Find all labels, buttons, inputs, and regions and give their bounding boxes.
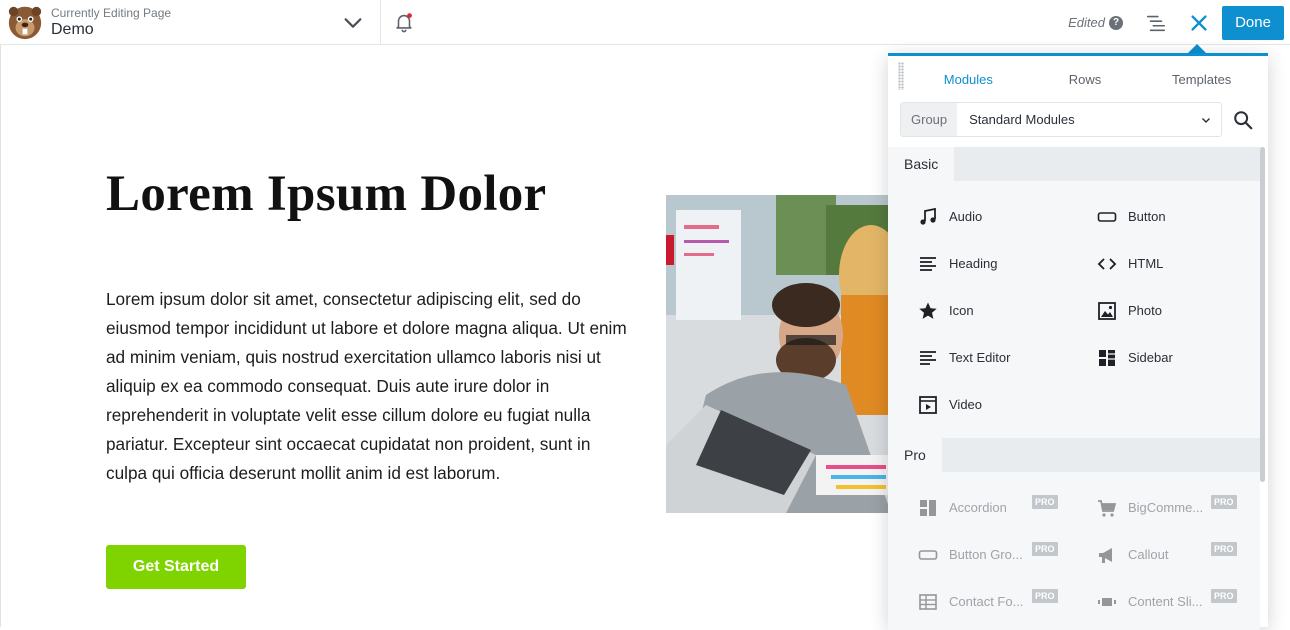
panel-tabs: Modules Rows Templates	[910, 72, 1260, 87]
module-contact-form[interactable]: Contact Fo... PRO	[918, 578, 1097, 625]
help-icon[interactable]: ?	[1109, 15, 1123, 30]
module-label: Audio	[949, 209, 983, 224]
pro-badge: PRO	[1211, 542, 1237, 556]
module-list: Basic Audio Button Heading HTML Icon Pho…	[888, 147, 1260, 630]
page-switcher[interactable]: Currently Editing Page Demo	[0, 0, 381, 45]
table-icon	[919, 593, 937, 610]
module-label: Video	[949, 397, 983, 412]
top-bar: Currently Editing Page Demo Edited ? Don…	[0, 0, 1290, 45]
section-header-basic: Basic	[888, 147, 1260, 181]
search-icon[interactable]	[1232, 109, 1254, 131]
module-label: Text Editor	[949, 350, 1011, 365]
module-photo[interactable]: Photo	[1097, 287, 1260, 334]
outline-panel-icon[interactable]	[1145, 12, 1167, 34]
section-title: Pro	[888, 438, 942, 472]
module-text-editor[interactable]: Text Editor	[918, 334, 1097, 381]
star-icon	[919, 302, 937, 319]
pro-badge: PRO	[1211, 589, 1237, 603]
code-icon	[1097, 257, 1117, 270]
module-callout[interactable]: Callout PRO	[1097, 531, 1260, 578]
basic-modules: Audio Button Heading HTML Icon Photo Tex…	[888, 181, 1260, 438]
module-content-slider[interactable]: Content Sli... PRO	[1097, 578, 1260, 625]
content-panel: Modules Rows Templates Group Standard Mo…	[888, 53, 1268, 630]
module-label: BigComme...	[1128, 500, 1204, 515]
pro-badge: PRO	[1211, 495, 1237, 509]
get-started-button[interactable]: Get Started	[106, 545, 246, 589]
module-sidebar[interactable]: Sidebar	[1097, 334, 1260, 381]
module-html[interactable]: HTML	[1097, 240, 1260, 287]
done-button[interactable]: Done	[1222, 5, 1284, 40]
chevron-down-icon	[1202, 117, 1210, 123]
photo-icon	[1098, 301, 1116, 320]
module-icon[interactable]: Icon	[918, 287, 1097, 334]
panel-pointer	[1188, 44, 1206, 53]
module-label: Accordion	[949, 500, 1007, 515]
module-heading[interactable]: Heading	[918, 240, 1097, 287]
close-icon[interactable]	[1188, 12, 1210, 34]
office-photo	[666, 195, 891, 513]
module-video[interactable]: Video	[918, 381, 1097, 428]
module-label: Button	[1128, 209, 1166, 224]
hero-paragraph: Lorem ipsum dolor sit amet, consectetur …	[106, 289, 627, 483]
chevron-down-icon[interactable]	[342, 12, 364, 34]
section-header-pro: Pro	[888, 438, 1260, 472]
group-dropdown[interactable]: Standard Modules	[957, 103, 1221, 136]
module-button[interactable]: Button	[1097, 193, 1260, 240]
edited-status: Edited	[1068, 15, 1105, 30]
group-dropdown-value: Standard Modules	[969, 112, 1075, 127]
module-label: Callout	[1128, 547, 1169, 562]
beaver-logo-icon	[8, 6, 42, 40]
module-button-group[interactable]: Button Gro... PRO	[918, 531, 1097, 578]
slider-icon	[1098, 597, 1116, 606]
pro-badge: PRO	[1032, 542, 1058, 556]
button-icon	[1097, 211, 1117, 222]
tab-rows[interactable]: Rows	[1027, 72, 1144, 87]
cart-icon	[1098, 499, 1117, 517]
editing-subtitle: Currently Editing Page	[51, 5, 172, 20]
heading-icon	[920, 256, 936, 271]
pro-badge: PRO	[1032, 495, 1058, 509]
module-label: Button Gro...	[949, 547, 1023, 562]
module-accordion[interactable]: Accordion PRO	[918, 484, 1097, 531]
module-label: Sidebar	[1128, 350, 1173, 365]
group-label: Group	[901, 103, 958, 136]
music-note-icon	[920, 207, 936, 225]
megaphone-icon	[1099, 547, 1112, 563]
group-selector: Group Standard Modules	[900, 102, 1222, 137]
button-icon	[918, 549, 938, 560]
tab-modules[interactable]: Modules	[910, 72, 1027, 87]
panel-scrollbar[interactable]	[1260, 147, 1265, 482]
section-title: Basic	[888, 147, 955, 181]
module-label: HTML	[1128, 256, 1164, 271]
text-editor-icon	[920, 350, 936, 365]
pro-badge: PRO	[1032, 589, 1058, 603]
sidebar-icon	[1099, 349, 1115, 366]
page-title: Demo	[51, 20, 94, 38]
module-label: Contact Fo...	[949, 594, 1024, 609]
accordion-icon	[920, 499, 936, 516]
module-label: Icon	[949, 303, 974, 318]
video-icon	[919, 395, 937, 414]
module-bigcommerce[interactable]: BigComme... PRO	[1097, 484, 1260, 531]
module-audio[interactable]: Audio	[918, 193, 1097, 240]
hero-heading: Lorem Ipsum Dolor	[106, 166, 547, 222]
tab-templates[interactable]: Templates	[1143, 72, 1260, 87]
pro-modules: Accordion PRO BigComme... PRO Button Gro…	[888, 472, 1260, 625]
module-label: Photo	[1128, 303, 1162, 318]
notifications-bell-icon[interactable]	[393, 11, 415, 33]
drag-handle[interactable]	[898, 62, 904, 90]
module-label: Heading	[949, 256, 998, 271]
module-label: Content Sli...	[1128, 594, 1203, 609]
